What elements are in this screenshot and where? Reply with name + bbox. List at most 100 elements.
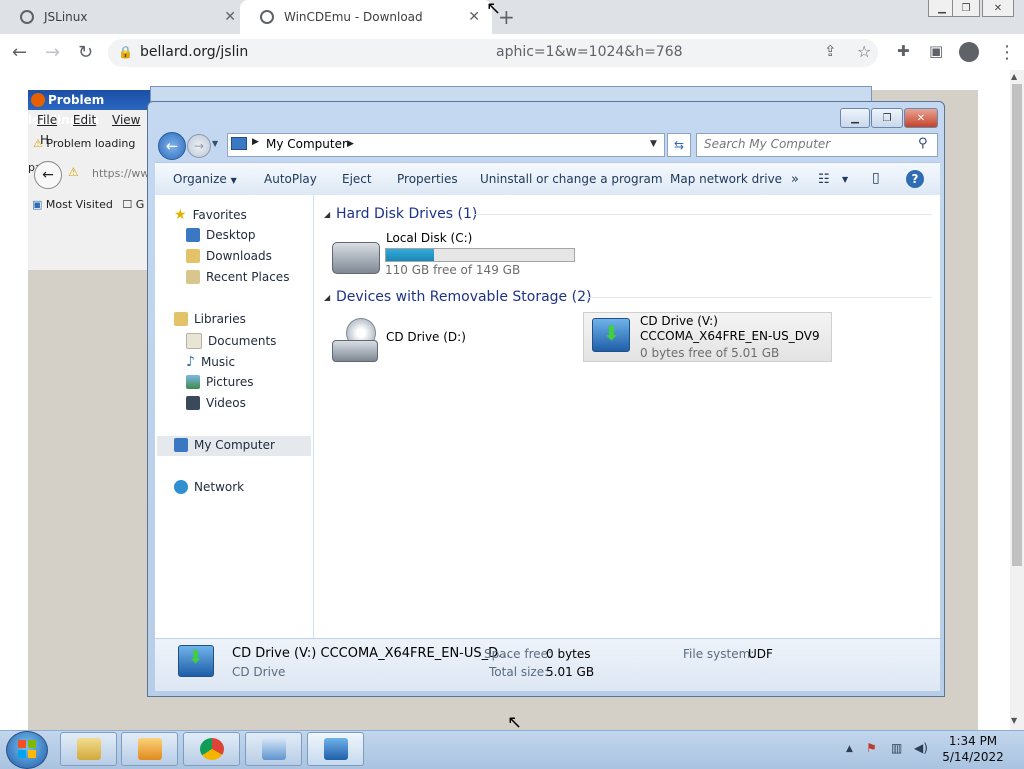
explorer-minimize-button[interactable]: ▁ [840, 108, 870, 128]
restore-window-button[interactable]: ❐ [952, 0, 980, 17]
taskbar-clock[interactable]: 1:34 PM 5/14/2022 [930, 733, 1016, 765]
lock-icon[interactable]: 🔒 [118, 45, 133, 59]
drive-c-name[interactable]: Local Disk (C:) [386, 231, 472, 245]
details-space-free-label: Space free: [484, 647, 553, 661]
taskbar-explorer-button[interactable] [60, 732, 117, 766]
drive-d-name[interactable]: CD Drive (D:) [386, 330, 466, 344]
uninstall-program-button[interactable]: Uninstall or change a program [480, 172, 663, 186]
menu-kebab-icon[interactable]: ⋮ [998, 42, 1016, 63]
collapse-group-icon[interactable]: ◢ [324, 210, 330, 219]
address-dropdown-icon[interactable]: ▼ [650, 139, 657, 149]
taskbar-media-player-button[interactable] [121, 732, 178, 766]
action-center-icon[interactable]: ⚑ [866, 741, 877, 755]
cd-drive-icon [332, 318, 378, 362]
volume-icon[interactable]: ◀) [914, 741, 928, 755]
scroll-down-icon[interactable]: ▼ [1011, 716, 1017, 725]
drive-c-free-space: 110 GB free of 149 GB [385, 263, 521, 277]
properties-button[interactable]: Properties [397, 172, 458, 186]
back-icon[interactable]: ← [12, 42, 27, 63]
scroll-up-icon[interactable]: ▲ [1011, 72, 1017, 81]
explorer-close-button[interactable]: ✕ [904, 108, 938, 128]
change-view-icon[interactable]: ☷ [818, 172, 830, 187]
nav-pictures[interactable]: Pictures [186, 375, 254, 389]
page-scrollbar-thumb[interactable] [1012, 84, 1022, 566]
control-panel-icon [262, 738, 286, 760]
details-fs: UDF [748, 647, 773, 661]
start-button[interactable] [6, 731, 48, 769]
nav-documents[interactable]: Documents [186, 333, 276, 349]
help-icon[interactable]: ? [906, 170, 924, 188]
bookmark-most-visited[interactable]: Most Visited [46, 198, 113, 211]
close-window-button[interactable]: ✕ [982, 0, 1014, 17]
firefox-bookmarks-bar: ▣ Most Visited ☐ G [28, 196, 158, 214]
chrome-icon [200, 738, 224, 760]
menu-edit[interactable]: Edit [73, 113, 96, 127]
downloads-folder-icon [186, 249, 200, 263]
share-icon[interactable]: ⇪ [824, 42, 837, 60]
wincdemu-drive-icon: ⬇ [592, 318, 630, 352]
eject-button[interactable]: Eject [342, 172, 372, 186]
warning-icon: ⚠ [68, 165, 79, 179]
nav-music[interactable]: ♪ Music [186, 354, 235, 370]
autoplay-button[interactable]: AutoPlay [264, 172, 317, 186]
nav-network[interactable]: Network [174, 480, 244, 494]
search-placeholder: Search My Computer [704, 137, 831, 151]
firefox-url[interactable]: https://ww [92, 167, 149, 180]
forward-icon[interactable]: → [45, 42, 60, 63]
firefox-back-icon[interactable]: ← [34, 161, 62, 189]
nav-my-computer[interactable]: My Computer [174, 438, 275, 452]
tab-wincdemu[interactable]: WinCDEmu - Download ✕ [240, 0, 492, 34]
close-tab-icon[interactable]: ✕ [224, 9, 236, 25]
nav-libraries[interactable]: Libraries [174, 312, 246, 326]
map-network-drive-button[interactable]: Map network drive [670, 172, 782, 186]
bookmark-folder-icon: ☐ [122, 198, 133, 211]
hard-drive-icon [332, 242, 380, 274]
details-total: 5.01 GB [546, 665, 595, 679]
collapse-group-icon[interactable]: ◢ [324, 293, 330, 302]
taskbar-wincdemu-button[interactable] [307, 732, 364, 766]
clock-time: 1:34 PM [948, 734, 998, 748]
drive-v-name: CD Drive (V:) [640, 314, 718, 328]
nav-videos[interactable]: Videos [186, 396, 246, 410]
mouse-cursor-icon: ↖ [486, 0, 502, 19]
computer-icon [174, 438, 188, 452]
nav-recent-places[interactable]: Recent Places [186, 270, 289, 284]
search-icon[interactable]: ⚲ [918, 136, 928, 151]
explorer-back-button[interactable]: ← [158, 132, 186, 160]
bookmark-g[interactable]: G [136, 198, 145, 211]
group-hard-disk-drives[interactable]: Hard Disk Drives (1) [336, 206, 477, 222]
nav-downloads[interactable]: Downloads [186, 249, 272, 263]
refresh-icon[interactable]: ⇆ [667, 133, 691, 157]
extensions-icon[interactable]: ✚ [897, 42, 910, 60]
tab-jslinux[interactable]: JSLinux ✕ [0, 0, 248, 34]
explorer-forward-button[interactable]: → [187, 134, 211, 158]
explorer-maximize-button[interactable]: ❐ [871, 108, 903, 128]
show-hidden-icons-icon[interactable]: ▲ [846, 744, 853, 754]
media-player-icon [138, 738, 162, 760]
taskbar-control-panel-button[interactable] [245, 732, 302, 766]
side-panel-icon[interactable]: ▣ [929, 42, 943, 60]
bookmark-star-icon[interactable]: ☆ [857, 42, 871, 61]
computer-icon [231, 137, 247, 150]
breadcrumb-my-computer[interactable]: My Computer [266, 137, 347, 151]
more-commands-button[interactable]: » [791, 172, 799, 187]
breadcrumb-arrow-icon[interactable]: ▶ [252, 137, 259, 147]
firefox-tab[interactable]: ⚠ Problem loading pag [28, 132, 153, 174]
profile-avatar[interactable] [959, 42, 979, 62]
menu-file[interactable]: File [37, 113, 57, 127]
details-total-label: Total size: [489, 665, 549, 679]
close-tab-icon[interactable]: ✕ [468, 9, 480, 25]
network-tray-icon[interactable]: ▥ [891, 741, 902, 755]
reload-icon[interactable]: ↻ [78, 42, 93, 63]
nav-favorites[interactable]: ★ Favorites [174, 207, 247, 223]
group-removable-storage[interactable]: Devices with Removable Storage (2) [336, 289, 591, 305]
breadcrumb-arrow-icon[interactable]: ▶ [347, 139, 354, 149]
nav-desktop[interactable]: Desktop [186, 228, 256, 242]
recent-pages-dropdown-icon[interactable]: ▼ [212, 139, 218, 148]
view-dropdown-icon[interactable]: ▼ [842, 175, 848, 184]
address-bar-url: bellard.org/jslin [140, 44, 249, 60]
organize-button[interactable]: Organize ▼ [173, 172, 237, 186]
preview-pane-icon[interactable]: ▯ [872, 170, 880, 186]
taskbar-chrome-button[interactable] [183, 732, 240, 766]
menu-view[interactable]: View [112, 113, 140, 127]
